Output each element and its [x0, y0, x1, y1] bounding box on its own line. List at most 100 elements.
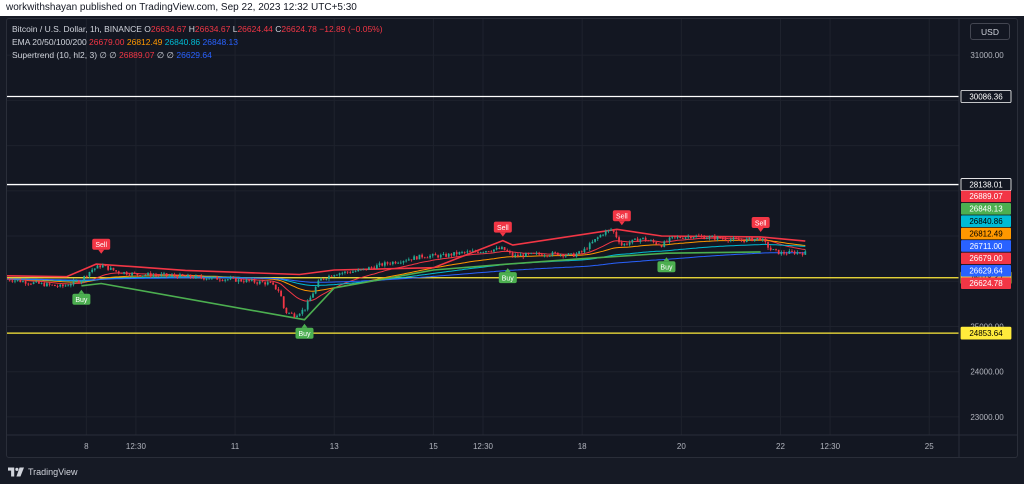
candle: [716, 236, 719, 240]
chart-area[interactable]: BuySellBuySellBuySellBuySell 31000.00250…: [6, 18, 1018, 458]
candle: [511, 252, 514, 257]
candle: [373, 267, 376, 269]
time-axis[interactable]: 8 12:30 11 13 15 12:30 18 20 22 12:30 25: [7, 434, 1017, 451]
ema-label[interactable]: EMA 20/50/100/200: [12, 37, 87, 47]
candle: [59, 284, 62, 287]
candle: [602, 234, 604, 236]
candle: [735, 237, 738, 239]
candle: [575, 253, 578, 257]
candle: [689, 236, 692, 239]
sell-signal: Sell: [751, 217, 770, 233]
candle: [785, 253, 788, 255]
candle: [604, 231, 607, 235]
candle: [567, 253, 570, 256]
x-tick-label: 20: [677, 442, 686, 451]
candle: [306, 301, 309, 310]
candle: [599, 234, 602, 238]
candle: [349, 272, 352, 274]
candle: [83, 276, 86, 281]
candle: [309, 297, 312, 302]
sell-signal: Sell: [493, 221, 512, 237]
candle: [160, 274, 163, 276]
x-tick-label: 22: [776, 442, 785, 451]
candle: [109, 267, 112, 270]
candle: [357, 269, 360, 272]
candle: [171, 274, 173, 276]
x-tick-label: 13: [330, 442, 339, 451]
candle: [352, 271, 354, 273]
candle: [503, 247, 506, 251]
candle: [250, 279, 253, 281]
candle: [676, 236, 679, 238]
candle: [6, 279, 8, 280]
candle: [487, 251, 490, 252]
candle: [272, 282, 274, 285]
candle: [274, 284, 277, 290]
candle: [346, 271, 349, 273]
publisher-bar: workwithshayan published on TradingView.…: [0, 0, 1024, 16]
candle: [679, 236, 682, 238]
candle: [719, 236, 722, 239]
candle: [128, 274, 131, 276]
candle: [583, 248, 586, 252]
currency-button[interactable]: USD: [970, 23, 1010, 40]
candle: [548, 255, 551, 257]
candle: [77, 280, 80, 283]
ema20-line: [6, 237, 806, 302]
candle: [133, 272, 136, 274]
candle: [618, 237, 620, 243]
candle: [804, 251, 807, 255]
candle: [540, 254, 543, 256]
candle: [27, 283, 30, 285]
candle: [11, 280, 14, 282]
candle: [663, 241, 666, 247]
candle: [141, 275, 144, 277]
candle: [282, 296, 285, 308]
candle: [184, 275, 187, 277]
candle: [370, 267, 373, 269]
candle: [596, 237, 599, 240]
candle: [216, 276, 219, 280]
candle: [391, 261, 394, 265]
candle: [681, 237, 684, 239]
candle: [668, 237, 671, 242]
candle: [477, 251, 479, 253]
candle: [192, 277, 195, 279]
candle: [224, 279, 227, 281]
candle: [53, 284, 56, 287]
candle: [453, 252, 455, 256]
candle: [783, 252, 785, 254]
candle: [46, 283, 48, 287]
price-chart[interactable]: BuySellBuySellBuySellBuySell 31000.00250…: [6, 19, 1017, 457]
candle: [189, 274, 192, 278]
symbol-name[interactable]: Bitcoin / U.S. Dollar, 1h, BINANCE: [12, 24, 142, 34]
candle: [732, 237, 735, 240]
candle: [439, 254, 442, 258]
candle: [442, 254, 445, 255]
candle: [165, 273, 168, 276]
candle: [123, 272, 125, 274]
candle: [543, 255, 546, 257]
close-value: 26624.78: [281, 24, 317, 34]
supertrend-label[interactable]: Supertrend (10, hl2, 3): [12, 50, 97, 60]
candle: [32, 282, 35, 284]
candle: [293, 313, 296, 318]
candle: [136, 273, 139, 276]
tradingview-footer: TradingView: [8, 465, 78, 479]
candle: [610, 229, 612, 231]
candle: [328, 275, 330, 279]
st-placeholder-2: ∅: [109, 50, 117, 60]
candle: [737, 238, 740, 241]
candle: [375, 265, 378, 269]
ema100-value: 26840.86: [164, 37, 201, 47]
candle: [304, 309, 306, 311]
candle: [187, 274, 189, 277]
st-up-value: 26629.64: [176, 50, 212, 60]
x-tick-label: 12:30: [126, 442, 147, 451]
y-tick-label: 24000.00: [970, 368, 1004, 377]
candle: [38, 281, 40, 284]
candle: [769, 247, 772, 250]
signal-pointer: [98, 249, 105, 254]
candle: [469, 251, 471, 253]
y-tick-label: 23000.00: [970, 413, 1004, 422]
